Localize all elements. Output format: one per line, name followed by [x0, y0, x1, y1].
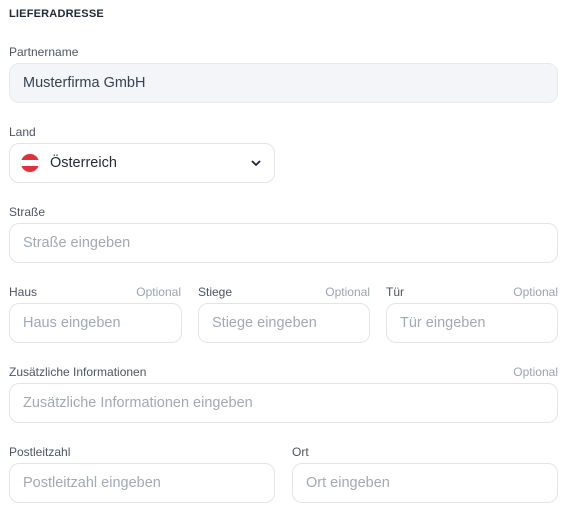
house-label: Haus: [9, 285, 38, 299]
additional-label-row: Zusätzliche Informationen Optional: [9, 365, 558, 379]
country-label: Land: [9, 125, 36, 139]
street-input[interactable]: Straße eingeben: [9, 223, 558, 263]
street-label: Straße: [9, 205, 46, 219]
house-optional-hint: Optional: [136, 285, 181, 299]
city-label: Ort: [292, 445, 309, 459]
chevron-down-icon: [251, 160, 261, 166]
partner-label: Partnername: [9, 45, 79, 59]
country-select-value-wrap: Österreich: [21, 154, 117, 172]
door-label: Tür: [386, 285, 404, 299]
partner-name-field: Musterfirma GmbH: [9, 63, 558, 103]
stair-label-row: Stiege Optional: [198, 285, 370, 299]
additional-optional-hint: Optional: [513, 365, 558, 379]
austria-flag-icon: [21, 154, 39, 172]
partner-name-value: Musterfirma GmbH: [23, 75, 146, 91]
city-placeholder: Ort eingeben: [306, 475, 390, 491]
postal-code-input[interactable]: Postleitzahl eingeben: [9, 463, 275, 503]
door-placeholder: Tür eingeben: [400, 315, 486, 331]
partner-label-row: Partnername: [9, 45, 557, 59]
postal-label-row: Postleitzahl: [9, 445, 274, 459]
house-input[interactable]: Haus eingeben: [9, 303, 182, 343]
house-placeholder: Haus eingeben: [23, 315, 121, 331]
stair-optional-hint: Optional: [325, 285, 370, 299]
stair-label: Stiege: [198, 285, 233, 299]
stair-placeholder: Stiege eingeben: [212, 315, 317, 331]
country-select[interactable]: Österreich: [9, 143, 275, 183]
street-placeholder: Straße eingeben: [23, 235, 131, 251]
house-label-row: Haus Optional: [9, 285, 181, 299]
additional-placeholder: Zusätzliche Informationen eingeben: [23, 395, 253, 411]
postal-label: Postleitzahl: [9, 445, 71, 459]
city-input[interactable]: Ort eingeben: [292, 463, 558, 503]
door-label-row: Tür Optional: [386, 285, 558, 299]
country-value: Österreich: [50, 155, 117, 171]
postal-placeholder: Postleitzahl eingeben: [23, 475, 161, 491]
city-label-row: Ort: [292, 445, 558, 459]
street-label-row: Straße: [9, 205, 557, 219]
stair-input[interactable]: Stiege eingeben: [198, 303, 370, 343]
section-title: LIEFERADRESSE: [9, 8, 104, 20]
country-label-row: Land: [9, 125, 274, 139]
door-optional-hint: Optional: [513, 285, 558, 299]
additional-info-input[interactable]: Zusätzliche Informationen eingeben: [9, 383, 558, 423]
additional-label: Zusätzliche Informationen: [9, 365, 147, 379]
door-input[interactable]: Tür eingeben: [386, 303, 558, 343]
